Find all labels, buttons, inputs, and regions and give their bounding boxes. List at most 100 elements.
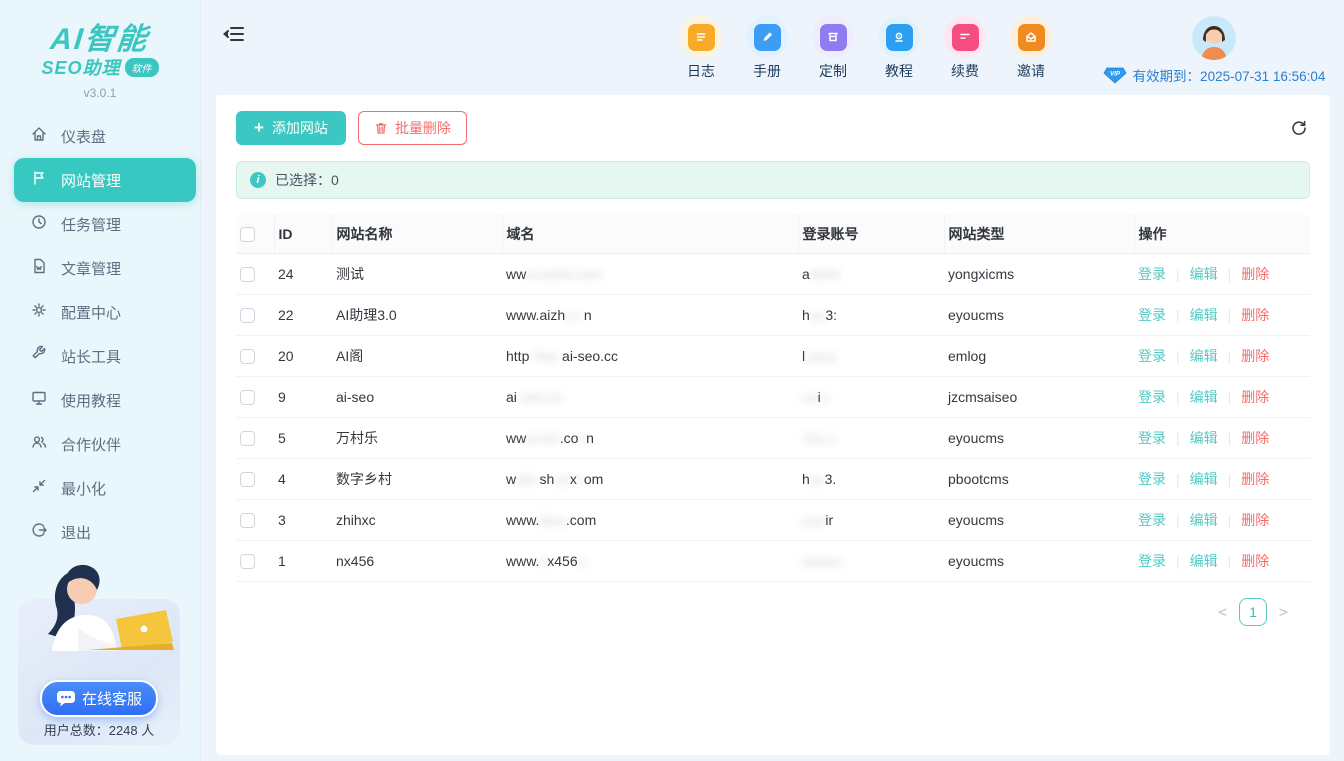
sidebar-item-tasks[interactable]: 任务管理 [0,202,200,246]
sidebar-item-label: 退出 [61,522,91,543]
sidebar-item-partners[interactable]: 合作伙伴 [0,422,200,466]
edit-link[interactable]: 编辑 [1190,430,1218,446]
quicklink-tutorial[interactable]: 教程 [878,16,920,81]
row-checkbox[interactable] [240,267,255,282]
row-checkbox[interactable] [240,472,255,487]
row-checkbox[interactable] [240,513,255,528]
svg-text:VIP: VIP [1110,70,1121,77]
col-header-name: 网站名称 [332,215,502,253]
logout-icon [30,521,48,543]
cell-id: 9 [274,376,332,417]
cell-domain: ai-seo.cn [502,376,798,417]
delete-link[interactable]: 删除 [1241,307,1269,323]
cell-site-name: AI阁 [332,335,502,376]
table-body: 24 测试 www.ceshi.com admin yongxicms 登录|编… [236,253,1310,581]
prev-page-button[interactable]: < [1218,603,1227,621]
quicklink-invite[interactable]: 邀请 [1010,16,1052,81]
row-checkbox[interactable] [240,431,255,446]
login-link[interactable]: 登录 [1138,307,1166,323]
chat-icon [56,690,76,707]
batch-delete-button[interactable]: 批量删除 [358,111,467,145]
clock-icon [30,213,48,235]
login-link[interactable]: 登录 [1138,471,1166,487]
delete-link[interactable]: 删除 [1241,348,1269,364]
sidebar-item-articles[interactable]: 文章管理 [0,246,200,290]
refresh-icon[interactable] [1290,119,1308,142]
cell-id: 24 [274,253,332,294]
delete-link[interactable]: 删除 [1241,553,1269,569]
custom-icon [812,16,854,58]
row-checkbox[interactable] [240,349,255,364]
cell-id: 3 [274,499,332,540]
sidebar-item-label: 文章管理 [61,258,121,279]
table-row: 3 zhihxc www.hjuu.com uuuir eyoucms 登录|编… [236,499,1310,540]
col-header-id: ID [274,215,332,253]
login-link[interactable]: 登录 [1138,553,1166,569]
cell-login-account: huc3. [798,458,944,499]
table-header-row: ID 网站名称 域名 登录账号 网站类型 操作 [236,215,1310,253]
quicklink-manual[interactable]: 手册 [746,16,788,81]
online-service-button[interactable]: 在线客服 [40,680,158,717]
cell-id: 5 [274,417,332,458]
cell-login-account: uuuir [798,499,944,540]
manual-icon [746,16,788,58]
vip-expiry-text: 有效期到：2025-07-31 16:56:04 [1133,65,1326,85]
sidebar-item-label: 网站管理 [61,170,121,191]
delete-link[interactable]: 删除 [1241,389,1269,405]
sidebar-item-dashboard[interactable]: 仪表盘 [0,114,200,158]
sidebar-item-minimize[interactable]: 最小化 [0,466,200,510]
quicklink-logs[interactable]: 日志 [680,16,722,81]
cell-actions: 登录|编辑|删除 [1134,253,1310,294]
col-header-type: 网站类型 [944,215,1134,253]
edit-link[interactable]: 编辑 [1190,471,1218,487]
page-1-button[interactable]: 1 [1239,598,1267,626]
sidebar-item-logout[interactable]: 退出 [0,510,200,554]
quicklink-custom[interactable]: 定制 [812,16,854,81]
delete-link[interactable]: 删除 [1241,430,1269,446]
delete-link[interactable]: 删除 [1241,512,1269,528]
edit-link[interactable]: 编辑 [1190,307,1218,323]
next-page-button[interactable]: > [1279,603,1288,621]
cell-site-name: 测试 [332,253,502,294]
websites-table: ID 网站名称 域名 登录账号 网站类型 操作 24 测试 www.ceshi.… [236,215,1310,582]
cell-domain: www.nx456u [502,540,798,581]
tutorial-icon [878,16,920,58]
sidebar-fold-icon[interactable] [223,24,245,49]
user-total-count: 用户总数：2248 人 [18,720,180,739]
cell-login-account: huu3: [798,294,944,335]
sidebar-item-webmaster-tools[interactable]: 站长工具 [0,334,200,378]
login-link[interactable]: 登录 [1138,389,1166,405]
row-checkbox[interactable] [240,308,255,323]
edit-link[interactable]: 编辑 [1190,553,1218,569]
delete-link[interactable]: 删除 [1241,471,1269,487]
avatar[interactable] [1192,16,1236,60]
cell-site-type: jzcmsaiseo [944,376,1134,417]
add-website-button[interactable]: + 添加网站 [236,111,346,145]
login-link[interactable]: 登录 [1138,430,1166,446]
edit-link[interactable]: 编辑 [1190,389,1218,405]
main-area: 日志 手册 定制 教程 续费 邀请 [201,0,1344,761]
cell-actions: 登录|编辑|删除 [1134,499,1310,540]
cell-site-name: zhihxc [332,499,502,540]
table-row: 1 nx456 www.nx456u uuuuu eyoucms 登录|编辑|删… [236,540,1310,581]
app-version: v3.0.1 [0,86,200,100]
edit-link[interactable]: 编辑 [1190,266,1218,282]
sidebar-item-tutorial[interactable]: 使用教程 [0,378,200,422]
table-row: 22 AI助理3.0 www.aizhu.cn huu3: eyoucms 登录… [236,294,1310,335]
document-icon [30,257,48,279]
row-checkbox[interactable] [240,390,255,405]
info-icon: i [250,172,266,188]
cell-id: 4 [274,458,332,499]
cell-domain: www.hjuu.com [502,499,798,540]
edit-link[interactable]: 编辑 [1190,512,1218,528]
login-link[interactable]: 登录 [1138,348,1166,364]
select-all-checkbox[interactable] [240,227,255,242]
row-checkbox[interactable] [240,554,255,569]
delete-link[interactable]: 删除 [1241,266,1269,282]
login-link[interactable]: 登录 [1138,512,1166,528]
login-link[interactable]: 登录 [1138,266,1166,282]
sidebar-item-config[interactable]: 配置中心 [0,290,200,334]
sidebar-item-websites[interactable]: 网站管理 [14,158,196,202]
quicklink-renew[interactable]: 续费 [944,16,986,81]
edit-link[interactable]: 编辑 [1190,348,1218,364]
